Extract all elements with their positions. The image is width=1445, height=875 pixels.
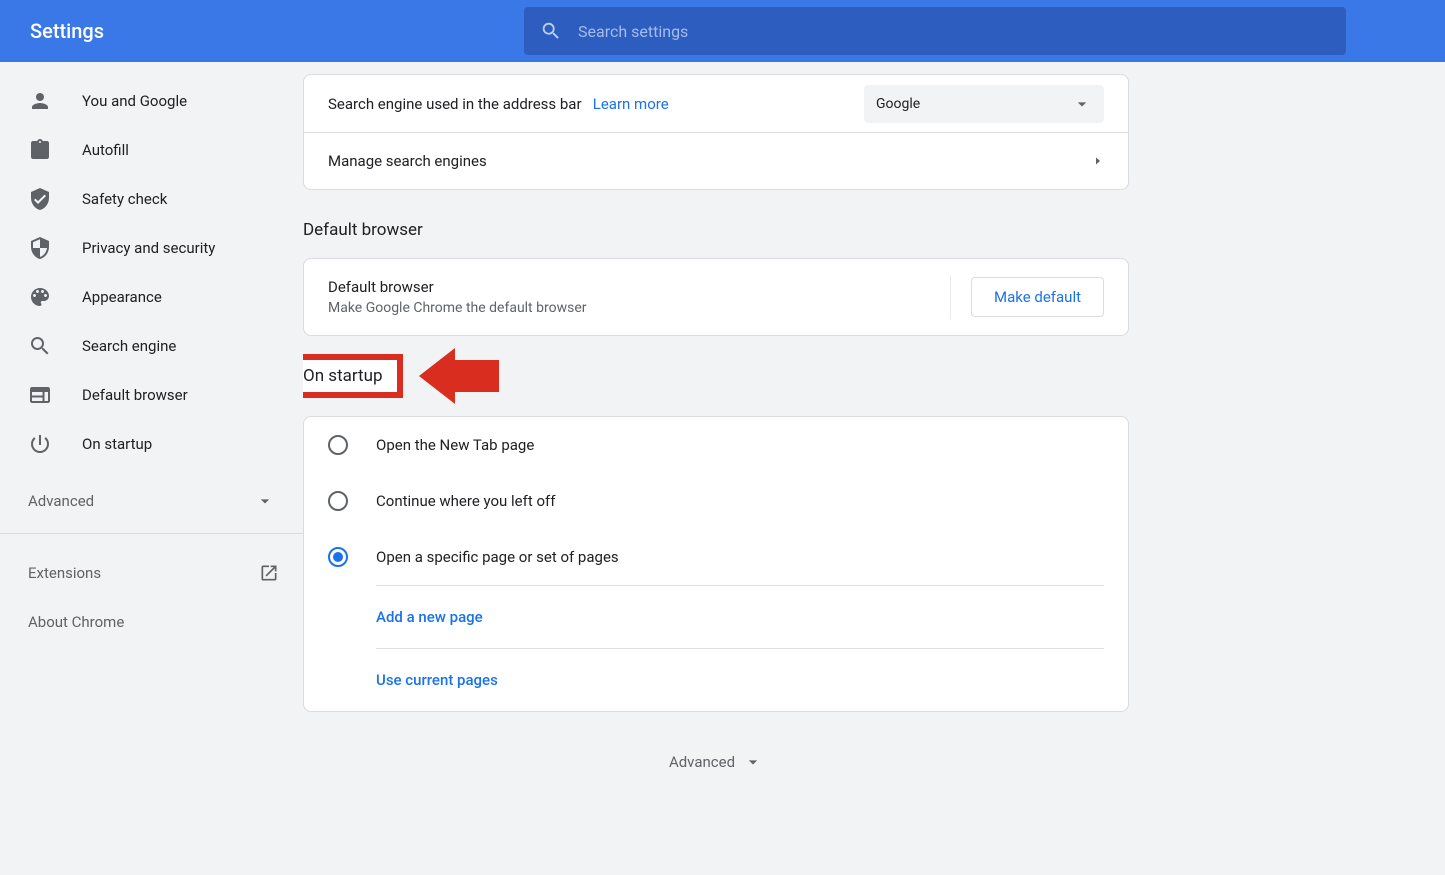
search-icon (540, 20, 562, 42)
clipboard-icon (28, 138, 52, 162)
sidebar-advanced-label: Advanced (28, 492, 94, 510)
shield-check-icon (28, 187, 52, 211)
sidebar-item-you-and-google[interactable]: You and Google (0, 76, 303, 125)
dropdown-value: Google (876, 96, 920, 112)
sidebar-item-label: About Chrome (28, 613, 124, 631)
annotation-arrow-icon (455, 360, 499, 392)
vertical-divider (950, 275, 951, 319)
make-default-button[interactable]: Make default (971, 277, 1104, 317)
page-title: Settings (30, 19, 104, 43)
learn-more-link[interactable]: Learn more (593, 95, 669, 113)
chevron-down-icon (743, 752, 763, 772)
use-current-pages-button[interactable]: Use current pages (376, 648, 1104, 711)
startup-option-continue[interactable]: Continue where you left off (304, 473, 1128, 529)
person-icon (28, 89, 52, 113)
sidebar-item-label: Extensions (28, 564, 101, 582)
sidebar-item-label: Autofill (82, 141, 129, 159)
on-startup-section-title: On startup (303, 354, 403, 398)
startup-option-new-tab[interactable]: Open the New Tab page (304, 417, 1128, 473)
chevron-right-icon (1092, 155, 1104, 167)
chevron-down-icon (255, 491, 275, 511)
default-browser-card-subtitle: Make Google Chrome the default browser (328, 300, 586, 316)
sidebar-item-label: Safety check (82, 190, 167, 208)
search-icon (28, 334, 52, 358)
on-startup-card: Open the New Tab page Continue where you… (303, 416, 1129, 712)
palette-icon (28, 285, 52, 309)
add-new-page-button[interactable]: Add a new page (376, 585, 1104, 648)
sidebar-item-label: On startup (82, 435, 152, 453)
sidebar-item-extensions[interactable]: Extensions (0, 548, 303, 597)
open-in-new-icon (259, 563, 279, 583)
chevron-down-icon (1072, 94, 1092, 114)
row-text: Manage search engines (328, 152, 487, 170)
power-icon (28, 432, 52, 456)
sidebar-item-appearance[interactable]: Appearance (0, 272, 303, 321)
sidebar-item-label: Privacy and security (82, 239, 215, 257)
sidebar-item-autofill[interactable]: Autofill (0, 125, 303, 174)
sidebar-item-default-browser[interactable]: Default browser (0, 370, 303, 419)
radio-icon[interactable] (328, 547, 348, 567)
default-browser-card-title: Default browser (328, 278, 586, 296)
header: Settings (0, 0, 1445, 62)
sidebar-item-label: Appearance (82, 288, 162, 306)
sidebar-item-search-engine[interactable]: Search engine (0, 321, 303, 370)
radio-label: Continue where you left off (376, 492, 555, 510)
default-browser-section-title: Default browser (303, 190, 1129, 258)
search-engine-row-text: Search engine used in the address bar (328, 95, 582, 113)
sidebar-item-label: Search engine (82, 337, 176, 355)
sidebar-item-label: Default browser (82, 386, 188, 404)
search-container[interactable] (524, 7, 1346, 55)
bottom-advanced-toggle[interactable]: Advanced (303, 712, 1129, 812)
manage-search-engines-row[interactable]: Manage search engines (304, 132, 1128, 189)
bottom-advanced-label: Advanced (669, 753, 735, 771)
search-input[interactable] (578, 22, 1330, 41)
sidebar-advanced-toggle[interactable]: Advanced (0, 476, 303, 525)
radio-icon[interactable] (328, 435, 348, 455)
sidebar-item-label: You and Google (82, 92, 187, 110)
sidebar-item-privacy[interactable]: Privacy and security (0, 223, 303, 272)
radio-icon[interactable] (328, 491, 348, 511)
radio-label: Open a specific page or set of pages (376, 548, 619, 566)
default-browser-card: Default browser Make Google Chrome the d… (303, 258, 1129, 336)
browser-icon (28, 383, 52, 407)
radio-label: Open the New Tab page (376, 436, 534, 454)
sidebar-item-on-startup[interactable]: On startup (0, 419, 303, 468)
main-content: Search engine used in the address bar Le… (303, 62, 1445, 875)
sidebar-item-about[interactable]: About Chrome (0, 597, 303, 646)
shield-icon (28, 236, 52, 260)
search-engine-card: Search engine used in the address bar Le… (303, 74, 1129, 190)
sidebar-item-safety-check[interactable]: Safety check (0, 174, 303, 223)
search-engine-dropdown[interactable]: Google (864, 85, 1104, 123)
search-engine-address-bar-row: Search engine used in the address bar Le… (304, 75, 1128, 132)
sidebar: You and Google Autofill Safety check Pri… (0, 62, 303, 875)
startup-option-specific-page[interactable]: Open a specific page or set of pages (304, 529, 1128, 585)
